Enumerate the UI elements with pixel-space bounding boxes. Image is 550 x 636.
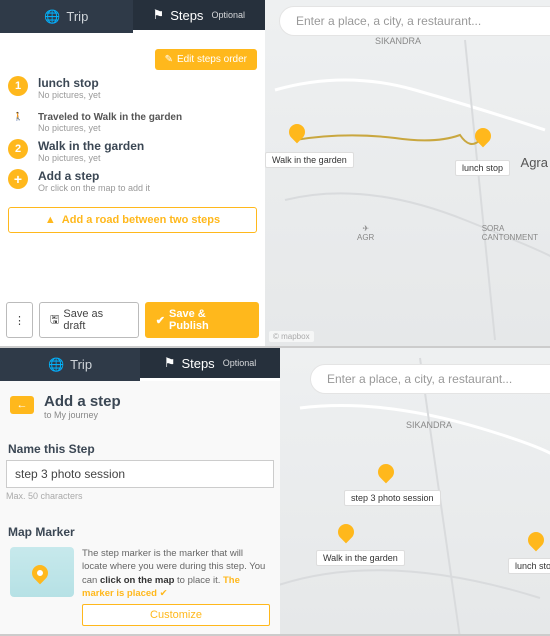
check-icon: ✔ (156, 314, 165, 327)
map-search-input[interactable]: Enter a place, a city, a restaurant... (279, 6, 550, 36)
map-text: Agra (521, 155, 548, 170)
map-search-input[interactable]: Enter a place, a city, a restaurant... (310, 364, 550, 394)
tab-trip[interactable]: 🌐 Trip (0, 348, 140, 381)
map-pin-label: Walk in the garden (316, 550, 405, 566)
add-step-sub: Or click on the map to add it (38, 183, 150, 193)
step-title: lunch stop (38, 76, 101, 90)
step-item[interactable]: 2 Walk in the garden No pictures, yet (0, 139, 265, 169)
tab-steps[interactable]: ⚑ Steps Optional (140, 348, 280, 381)
route-icon: ⚑ (153, 7, 165, 23)
step-name-input[interactable] (6, 460, 274, 488)
map-pin-label: Walk in the garden (265, 152, 354, 168)
tab-trip[interactable]: 🌐 Trip (0, 0, 133, 33)
map-pin-label: lunch stop (508, 558, 550, 574)
step-subtitle: No pictures, yet (38, 90, 101, 100)
more-vertical-icon: ⋮ (14, 314, 25, 327)
name-hint: Max. 50 characters (6, 491, 274, 501)
add-road-button[interactable]: ▲ Add a road between two steps (8, 207, 257, 233)
marker-description: The step marker is the marker that will … (82, 547, 270, 600)
step-item[interactable]: 1 lunch stop No pictures, yet (0, 70, 265, 106)
map-text: SORA CANTONMENT (482, 224, 538, 242)
travel-item: 🚶 Traveled to Walk in the garden No pict… (0, 106, 265, 139)
more-options-button[interactable]: ⋮ (6, 302, 33, 338)
name-step-label: Name this Step (8, 442, 272, 456)
globe-icon: 🌐 (48, 357, 64, 373)
step-number: 1 (8, 76, 28, 96)
globe-icon: 🌐 (44, 9, 60, 25)
tab-steps[interactable]: ⚑ Steps Optional (133, 0, 266, 33)
back-button[interactable]: ← (10, 396, 34, 414)
customize-button[interactable]: Customize (82, 604, 270, 626)
edit-icon: ✎ (165, 54, 173, 65)
arrow-left-icon: ← (17, 399, 28, 411)
save-icon: 🖫 (50, 311, 59, 330)
check-icon: ✔ (160, 588, 168, 599)
map-marker-label: Map Marker (8, 525, 272, 539)
add-step-title: Add a step (38, 169, 150, 183)
route-icon: ⚑ (164, 355, 176, 371)
map-text: SIKANDRA (375, 36, 421, 46)
add-step-row[interactable]: + Add a step Or click on the map to add … (0, 169, 265, 199)
map-text: SIKANDRA (406, 420, 452, 430)
edit-steps-order-button[interactable]: ✎ Edit steps order (155, 49, 257, 70)
step-number: 2 (8, 139, 28, 159)
walk-icon: 🚶 (8, 112, 28, 121)
step-subtitle: No pictures, yet (38, 153, 144, 163)
plus-icon: + (8, 169, 28, 189)
map[interactable]: SIKANDRA Agra ✈AGR SORA CANTONMENT Walk … (265, 0, 550, 346)
save-draft-button[interactable]: 🖫 Save as draft (39, 302, 139, 338)
map-pin-label: lunch stop (455, 160, 510, 176)
map-pin-label: step 3 photo session (344, 490, 441, 506)
map-text: ✈AGR (357, 224, 374, 242)
road-icon: ▲ (45, 214, 56, 226)
step-title: Walk in the garden (38, 139, 144, 153)
save-publish-button[interactable]: ✔ Save & Publish (145, 302, 259, 338)
map-attribution: © mapbox (269, 331, 314, 342)
page-title: Add a step (44, 393, 121, 410)
marker-preview (10, 547, 74, 597)
page-subtitle: to My journey (44, 410, 121, 420)
